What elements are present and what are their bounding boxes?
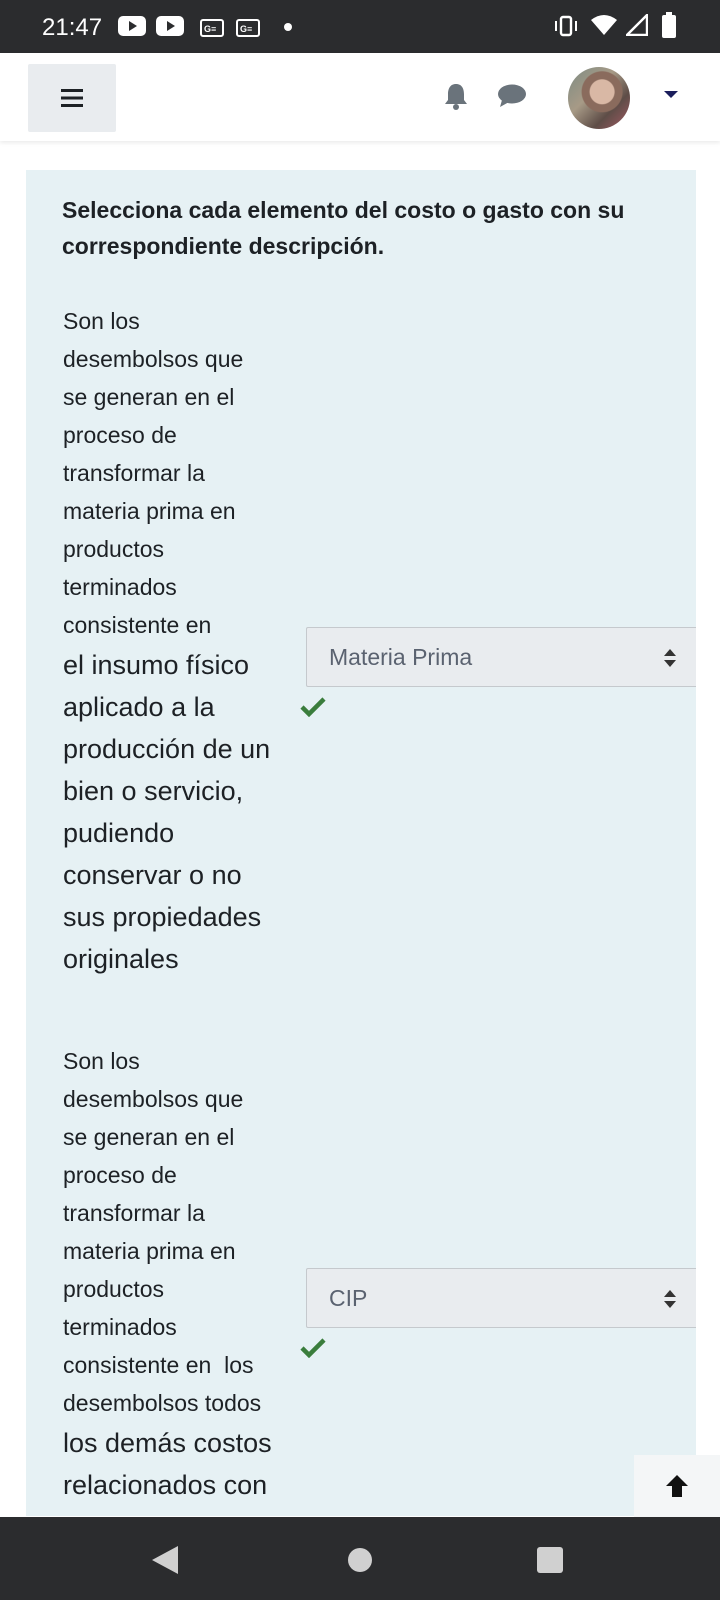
stem-text: Son los desembolsos que se generan en el…	[63, 308, 244, 638]
hamburger-menu-icon	[61, 89, 83, 107]
selected-value: CIP	[329, 1285, 368, 1311]
stem-text: el insumo físico aplicado a la producció…	[63, 650, 271, 974]
answer-select-1[interactable]: Materia Prima	[306, 627, 696, 687]
back-to-top-button[interactable]	[634, 1455, 720, 1517]
select-arrows-icon	[664, 649, 676, 667]
vibrate-icon	[555, 15, 577, 37]
stem-text: los demás costos relacionados con	[63, 1428, 272, 1500]
battery-icon	[662, 12, 676, 38]
wifi-icon	[591, 15, 617, 35]
caret-down-icon[interactable]	[664, 91, 678, 98]
bell-icon[interactable]	[443, 82, 469, 110]
youtube-icon	[118, 16, 146, 36]
home-icon[interactable]	[347, 1547, 373, 1573]
news-icon: G≡	[236, 19, 260, 37]
dot-icon	[284, 23, 292, 31]
news-icon: G≡	[200, 19, 224, 37]
check-icon	[300, 697, 326, 717]
recents-icon[interactable]	[537, 1547, 563, 1573]
youtube-icon	[156, 16, 184, 36]
match-stem-1: Son los desembolsos que se generan en el…	[63, 302, 301, 980]
arrow-up-icon	[666, 1475, 688, 1497]
svg-text:G≡: G≡	[204, 24, 216, 34]
back-icon[interactable]	[152, 1546, 178, 1574]
question-panel: Selecciona cada elemento del costo o gas…	[26, 170, 696, 1516]
status-bar: 21:47 G≡ G≡	[0, 0, 720, 53]
match-stem-2: Son los desembolsos que se generan en el…	[63, 1042, 301, 1506]
check-icon	[300, 1338, 326, 1358]
svg-text:G≡: G≡	[240, 24, 252, 34]
status-time: 21:47	[42, 14, 103, 41]
chat-bubble-icon[interactable]	[497, 84, 527, 108]
selected-value: Materia Prima	[329, 644, 473, 670]
question-prompt: Selecciona cada elemento del costo o gas…	[62, 197, 625, 259]
stem-text: Son los desembolsos que se generan en el…	[63, 1048, 262, 1416]
avatar[interactable]	[568, 67, 630, 129]
top-navbar	[0, 53, 720, 141]
system-nav-bar	[0, 1517, 720, 1600]
select-arrows-icon	[664, 1290, 676, 1308]
menu-button[interactable]	[28, 64, 116, 132]
signal-icon	[626, 14, 648, 36]
answer-select-2[interactable]: CIP	[306, 1268, 696, 1328]
